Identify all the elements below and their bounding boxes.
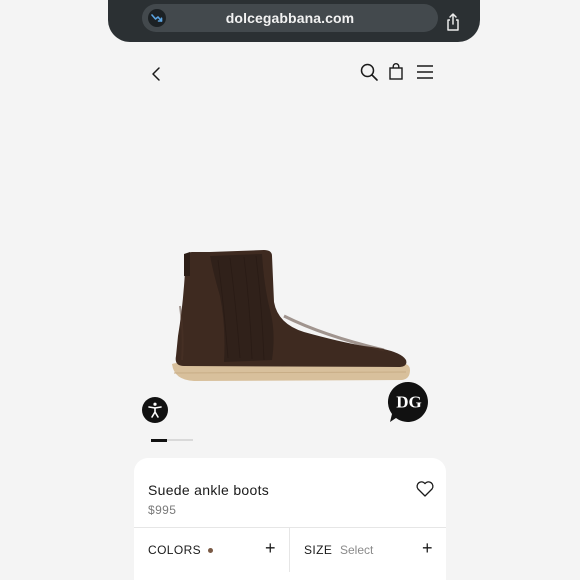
accessibility-icon[interactable] bbox=[142, 397, 168, 423]
search-icon[interactable] bbox=[359, 62, 379, 82]
colors-label: COLORS bbox=[148, 543, 202, 557]
colors-expand-icon[interactable]: + bbox=[265, 539, 276, 557]
size-value[interactable]: Select bbox=[340, 543, 373, 557]
dg-chat-button[interactable]: DG bbox=[386, 379, 432, 425]
size-expand-icon[interactable]: + bbox=[422, 539, 433, 557]
browser-url-bar: dolcegabbana.com bbox=[108, 0, 480, 42]
back-icon[interactable] bbox=[148, 64, 166, 84]
shopping-bag-icon[interactable] bbox=[387, 62, 405, 82]
heart-outline-icon[interactable] bbox=[415, 480, 435, 498]
product-image[interactable] bbox=[164, 246, 416, 388]
product-name: Suede ankle boots bbox=[148, 482, 270, 498]
image-carousel-indicator bbox=[151, 438, 193, 442]
product-info-card: Suede ankle boots $995 COLORS + SIZE Sel… bbox=[134, 458, 446, 580]
share-icon[interactable] bbox=[444, 12, 462, 32]
hamburger-menu-icon[interactable] bbox=[415, 63, 435, 81]
colors-selector[interactable]: COLORS + bbox=[134, 528, 290, 572]
product-options-row: COLORS + SIZE Select + bbox=[134, 527, 446, 572]
url-text[interactable]: dolcegabbana.com bbox=[142, 10, 438, 26]
product-page: dolcegabbana.com DG Suede ankle boots $9… bbox=[0, 0, 580, 580]
product-price: $995 bbox=[148, 503, 177, 517]
dg-chat-label: DG bbox=[396, 393, 422, 412]
color-swatch[interactable] bbox=[208, 548, 213, 553]
address-field[interactable]: dolcegabbana.com bbox=[142, 4, 459, 32]
carousel-active-segment bbox=[151, 438, 167, 442]
size-label: SIZE bbox=[304, 543, 333, 557]
size-selector[interactable]: SIZE Select + bbox=[290, 528, 446, 572]
